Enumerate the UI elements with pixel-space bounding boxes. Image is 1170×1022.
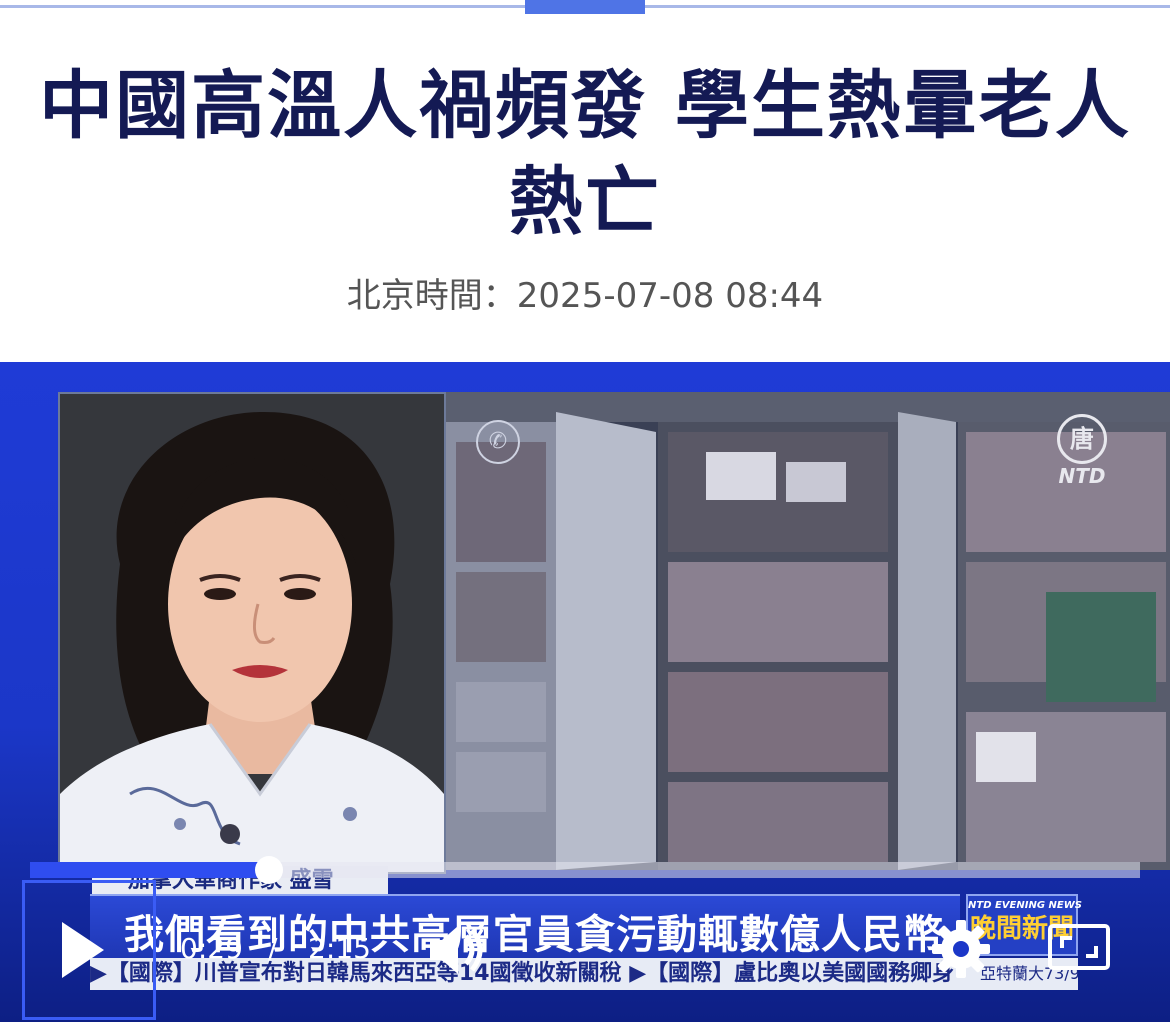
active-tab-indicator (525, 0, 645, 14)
footage-panel: ✆ 唐 NTD (446, 392, 1170, 870)
guest-video-panel (58, 392, 446, 874)
progress-knob[interactable] (255, 856, 283, 884)
volume-icon[interactable] (426, 922, 490, 978)
progress-fill (30, 862, 269, 878)
article-title: 中國高溫人禍頻發 學生熱暈老人熱亡 (39, 63, 1131, 245)
guest-portrait (60, 394, 444, 872)
play-icon[interactable] (58, 920, 108, 980)
article-timestamp: 北京時間：2025-07-08 08:44 (346, 276, 824, 316)
video-player[interactable]: ✆ 唐 NTD 加拿大華商作家 盛雪 我們看到的中共高層官員貪污動輒數億人民幣 … (0, 362, 1170, 1022)
current-time: 0:29 (180, 932, 243, 965)
headline-text: 我們看到的中共高層官員貪污動輒數億人民幣 (124, 912, 944, 958)
time-separator: / (268, 932, 278, 965)
gear-icon[interactable] (930, 918, 992, 980)
phone-icon: ✆ (476, 420, 520, 464)
ntd-logo: 唐 NTD (1042, 414, 1122, 488)
progress-bar[interactable] (30, 856, 1140, 884)
fullscreen-icon[interactable] (1048, 924, 1110, 970)
total-time: 2:15 (308, 932, 371, 965)
